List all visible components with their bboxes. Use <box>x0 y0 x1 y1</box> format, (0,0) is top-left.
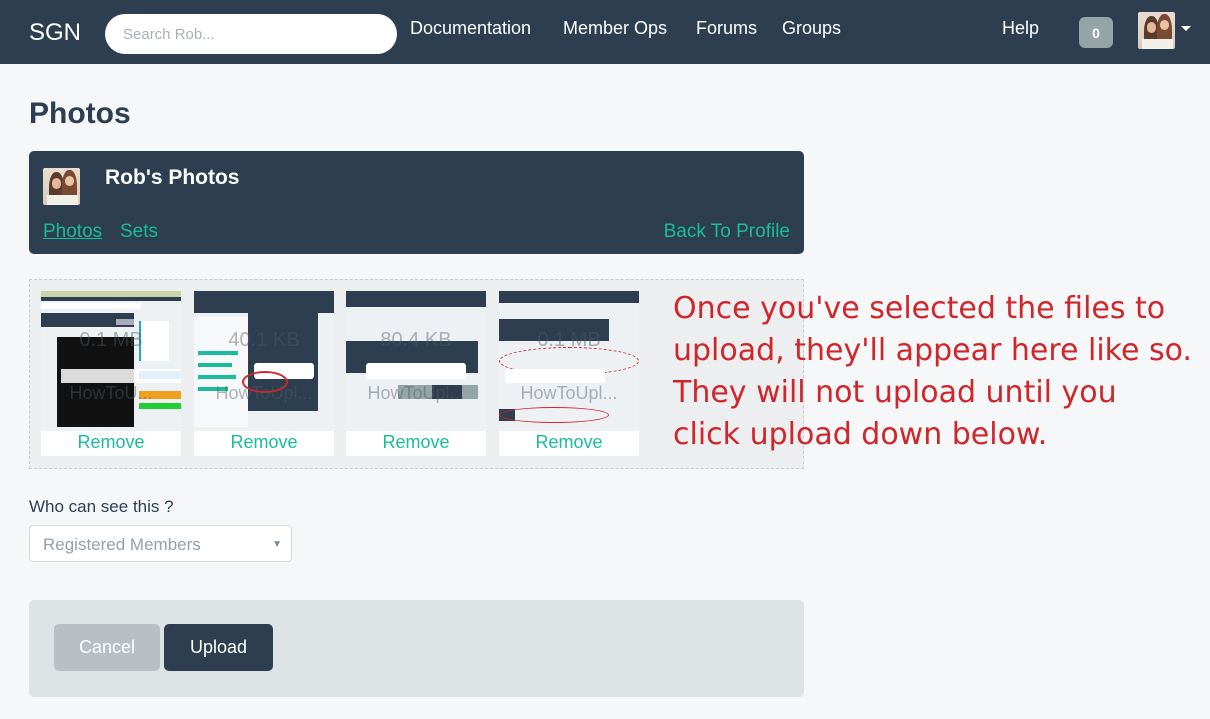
file-name: HowToUpl... <box>215 383 313 403</box>
nav-link-groups[interactable]: Groups <box>782 18 841 39</box>
file-size: 0.1 MB <box>79 329 143 351</box>
file-name: HowToUpl... <box>367 383 465 403</box>
back-to-profile-link[interactable]: Back To Profile <box>664 221 790 243</box>
form-actions-panel: Cancel Upload <box>29 600 804 697</box>
user-avatar[interactable] <box>1138 12 1175 49</box>
brand-logo[interactable]: SGN <box>29 19 81 47</box>
remove-file-button[interactable]: Remove <box>499 432 639 453</box>
top-navbar: SGN Documentation Member Ops Forums Grou… <box>0 0 1210 64</box>
file-size: 0.1 MB <box>537 329 601 351</box>
nav-link-member-ops[interactable]: Member Ops <box>563 18 667 39</box>
notification-badge[interactable]: 0 <box>1079 17 1113 48</box>
instruction-annotation: Once you've selected the files to upload… <box>673 291 1192 452</box>
remove-file-button[interactable]: Remove <box>346 432 486 453</box>
tab-photos[interactable]: Photos <box>43 221 102 243</box>
file-name: HowToU... <box>69 383 153 403</box>
file-size: 80.4 KB <box>380 329 452 351</box>
visibility-label: Who can see this ? <box>29 497 174 516</box>
photos-header-card: Rob's Photos Photos Sets Back To Profile <box>29 151 804 254</box>
file-preview: 0.1 MB HowToU... Remove <box>41 291 181 456</box>
nav-link-documentation[interactable]: Documentation <box>410 18 531 39</box>
thumbnail-image <box>346 291 486 431</box>
file-name: HowToUpl... <box>520 383 618 403</box>
nav-link-forums[interactable]: Forums <box>696 18 757 39</box>
owner-avatar <box>43 168 80 205</box>
dropdown-arrow-icon: ▼ <box>272 539 282 550</box>
file-preview: 40.1 KB HowToUpl... Remove <box>194 291 334 456</box>
nav-link-help[interactable]: Help <box>1002 18 1039 39</box>
file-size: 40.1 KB <box>228 329 300 351</box>
thumbnail-image <box>194 291 334 431</box>
upload-button[interactable]: Upload <box>164 624 273 671</box>
thumbnail-image <box>41 291 181 431</box>
photos-owner-title: Rob's Photos <box>105 166 240 189</box>
tab-sets[interactable]: Sets <box>120 221 158 243</box>
visibility-select[interactable]: Registered Members ▼ <box>29 525 292 562</box>
remove-file-button[interactable]: Remove <box>194 432 334 453</box>
chevron-down-icon[interactable] <box>1181 26 1191 31</box>
search-input[interactable] <box>105 14 397 54</box>
thumbnail-image <box>499 291 639 431</box>
cancel-button[interactable]: Cancel <box>54 624 160 671</box>
page-title: Photos <box>29 97 131 130</box>
visibility-selected-value: Registered Members <box>43 535 201 554</box>
file-preview: 0.1 MB HowToUpl... Remove <box>499 291 639 456</box>
remove-file-button[interactable]: Remove <box>41 432 181 453</box>
file-preview: 80.4 KB HowToUpl... Remove <box>346 291 486 456</box>
